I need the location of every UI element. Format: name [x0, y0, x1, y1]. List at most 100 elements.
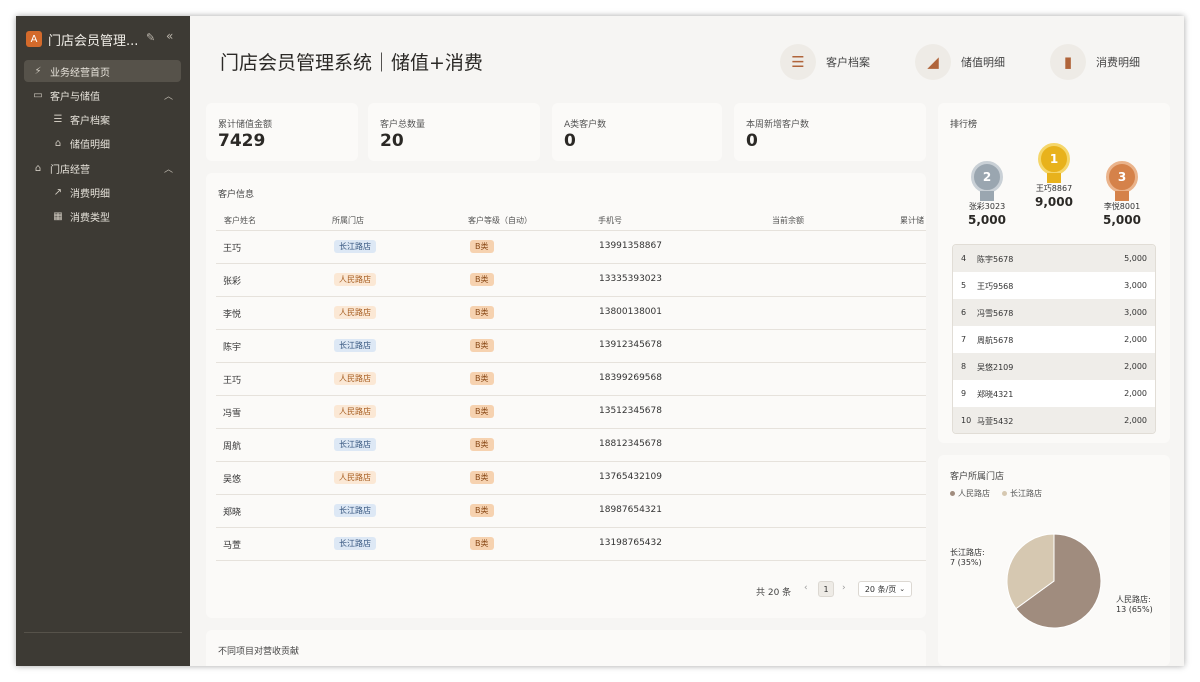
store-tag: 人民路店 [334, 306, 376, 319]
button-label: 储值明细 [961, 56, 1005, 69]
consumption-details-button[interactable]: ▮ 消费明细 [1050, 44, 1140, 80]
button-label: 客户档案 [826, 56, 870, 69]
rank-value: 2,000 [1124, 335, 1147, 344]
sidebar-item-consumption-types[interactable]: ▦ 消费类型 [24, 205, 181, 227]
prev-page-icon[interactable]: ‹ [804, 583, 808, 593]
cell-phone: 13991358867 [599, 241, 662, 251]
table-row[interactable]: 冯雪 人民路店 B类 13512345678 [216, 396, 926, 429]
podium-value: 5,000 [968, 213, 1006, 227]
stat-label: 本周新增客户数 [746, 120, 810, 130]
chevron-up-icon: ︿ [163, 164, 173, 175]
ribbon-icon [1047, 173, 1061, 183]
rank-name: 周航5678 [977, 336, 1014, 345]
edit-icon[interactable]: ✎ [146, 31, 155, 44]
table-row[interactable]: 李悦 人民路店 B类 13800138001 [216, 297, 926, 330]
database-icon: ☰ [53, 113, 63, 125]
ranking-row: 7 周航5678 2,000 [953, 326, 1155, 353]
column-header[interactable]: 客户姓名 [224, 215, 256, 226]
customer-profiles-button[interactable]: ☰ 客户档案 [780, 44, 870, 80]
column-header[interactable]: 客户等级（自动） [468, 215, 532, 226]
cell-phone: 18399269568 [599, 373, 662, 383]
rank-name: 吴悠2109 [977, 363, 1014, 372]
store-tag: 长江路店 [334, 240, 376, 253]
shop-icon: ⌂ [34, 162, 42, 174]
cell-name: 陈宇 [223, 343, 242, 353]
sidebar-item-home[interactable]: ⚡ 业务经营首页 [24, 60, 181, 82]
stat-value: 20 [380, 131, 404, 151]
stat-label: 客户总数量 [380, 120, 426, 130]
level-badge: B类 [470, 339, 494, 352]
store-tag: 长江路店 [334, 537, 376, 550]
page-title: 门店会员管理系统｜储值+消费 [220, 52, 483, 74]
table-row[interactable]: 王巧 长江路店 B类 13991358867 [216, 231, 926, 264]
ranking-row: 10 马萱5432 2,000 [953, 407, 1155, 433]
cell-phone: 13335393023 [599, 274, 662, 284]
cell-name: 马萱 [223, 541, 242, 551]
ranking-row: 6 冯雪5678 3,000 [953, 299, 1155, 326]
table-row[interactable]: 王巧 人民路店 B类 18399269568 [216, 363, 926, 396]
cell-name: 周航 [223, 442, 242, 452]
stat-card-a-class: A类客户数 0 [552, 103, 722, 161]
ranking-row: 4 陈宇5678 5,000 [953, 245, 1155, 272]
chevron-up-icon: ︿ [163, 91, 173, 102]
bronze-medal-icon: 3 [1106, 161, 1138, 193]
store-share-card: 客户所属门店 人民路店 长江路店 长江路店: 7 (35%) 人民路店: 13 … [938, 455, 1170, 666]
ranking-card: 排行榜 2 张彩3023 5,000 1 王巧8867 9,000 3 李悦80… [938, 103, 1170, 443]
collapse-sidebar-icon[interactable]: « [166, 29, 173, 43]
store-tag: 长江路店 [334, 438, 376, 451]
podium-name: 李悦8001 [1103, 202, 1141, 211]
rank-number: 7 [961, 335, 967, 344]
deposit-details-button[interactable]: ◢ 储值明细 [915, 44, 1005, 80]
grid-icon: ▦ [53, 210, 63, 222]
level-badge: B类 [470, 240, 494, 253]
cell-phone: 13198765432 [599, 538, 662, 548]
column-header[interactable]: 累计储 [900, 215, 924, 226]
level-badge: B类 [470, 405, 494, 418]
rank-number: 4 [961, 254, 967, 263]
table-row[interactable]: 陈宇 长江路店 B类 13912345678 [216, 330, 926, 363]
level-badge: B类 [470, 273, 494, 286]
rank-name: 陈宇5678 [977, 255, 1014, 264]
rank-number: 9 [961, 389, 967, 398]
database-icon: ☰ [780, 44, 816, 80]
table-row[interactable]: 张彩 人民路店 B类 13335393023 [216, 264, 926, 297]
brand: A 门店会员管理... ✎ « [26, 28, 186, 50]
page-1-button[interactable]: 1 [818, 581, 834, 597]
column-header[interactable]: 所属门店 [332, 215, 364, 226]
silver-medal-icon: 2 [971, 161, 1003, 193]
podium-value: 5,000 [1103, 213, 1141, 227]
lightning-icon: ⚡ [34, 65, 42, 77]
cell-name: 张彩 [223, 277, 242, 287]
table-row[interactable]: 郑晓 长江路店 B类 18987654321 [216, 495, 926, 528]
next-page-icon[interactable]: › [842, 583, 846, 593]
cell-phone: 13512345678 [599, 406, 662, 416]
cell-name: 王巧 [223, 376, 242, 386]
cell-name: 郑晓 [223, 508, 242, 518]
button-label: 消费明细 [1096, 56, 1140, 69]
cell-phone: 18987654321 [599, 505, 662, 515]
sidebar-group-store[interactable]: ⌂ 门店经营 ︿ [24, 157, 181, 179]
chart-area-icon: ⌂ [54, 137, 62, 149]
trend-icon: ↗ [53, 186, 63, 198]
sidebar-item-consumption-details[interactable]: ↗ 消费明细 [24, 181, 181, 203]
stat-card-customer-count: 客户总数量 20 [368, 103, 540, 161]
table-row[interactable]: 周航 长江路店 B类 18812345678 [216, 429, 926, 462]
table-row[interactable]: 马萱 长江路店 B类 13198765432 [216, 528, 926, 561]
page-size-select[interactable]: 20 条/页 ⌄ [858, 581, 912, 597]
pagination-total: 共 20 条 [756, 588, 792, 598]
column-header[interactable]: 手机号 [598, 215, 622, 226]
table-header [216, 207, 926, 231]
stat-label: 累计储值金额 [218, 120, 273, 130]
ranking-row: 8 吴悠2109 2,000 [953, 353, 1155, 380]
rank-value: 5,000 [1124, 254, 1147, 263]
customer-table-card: 客户信息 客户姓名 所属门店 客户等级（自动） 手机号 当前余额 累计储 王巧长… [206, 173, 926, 618]
table-row[interactable]: 吴悠 人民路店 B类 13765432109 [216, 462, 926, 495]
rank-value: 2,000 [1124, 416, 1147, 425]
sidebar-item-label: 业务经营首页 [50, 67, 110, 79]
column-header[interactable]: 当前余额 [772, 215, 804, 226]
sidebar-item-deposit-details[interactable]: ⌂ 储值明细 [24, 132, 181, 154]
sidebar-item-customer-profiles[interactable]: ☰ 客户档案 [24, 108, 181, 130]
sidebar-item-label: 消费类型 [70, 212, 110, 224]
cell-phone: 13800138001 [599, 307, 662, 317]
sidebar-group-customers[interactable]: ▭ 客户与储值 ︿ [24, 84, 181, 106]
